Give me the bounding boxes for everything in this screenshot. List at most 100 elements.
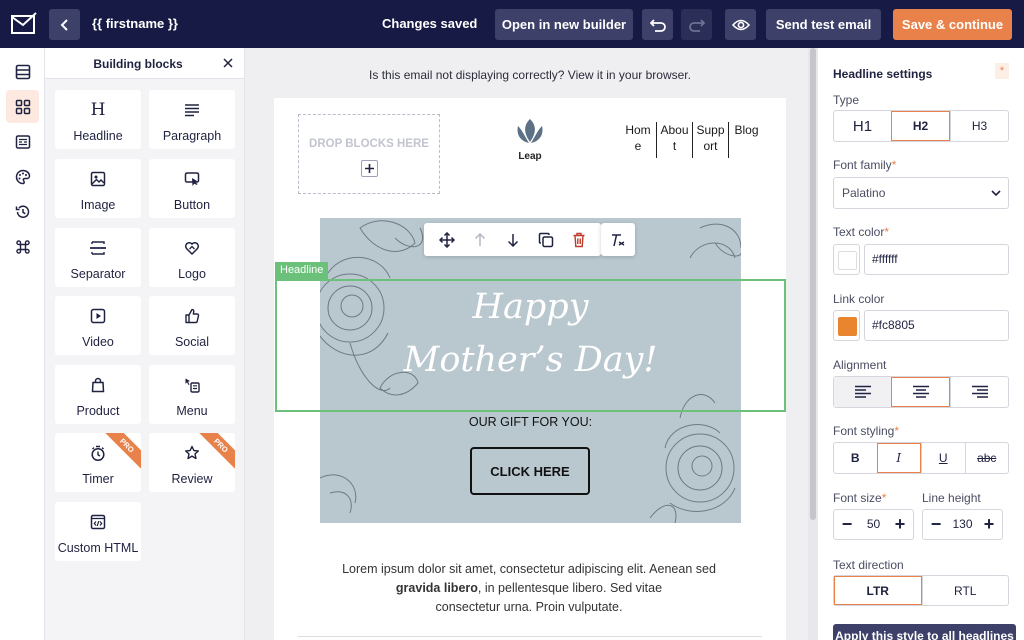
block-logo[interactable]: Logo bbox=[149, 228, 235, 287]
nav-item-support[interactable]: Support bbox=[692, 122, 728, 158]
headline-icon: H bbox=[90, 100, 106, 120]
font-size-value[interactable]: 50 bbox=[858, 510, 889, 539]
font-family-select[interactable]: Palatino bbox=[833, 177, 1009, 209]
line-height-value[interactable]: 130 bbox=[947, 510, 978, 539]
block-video[interactable]: Video bbox=[55, 296, 141, 355]
duplicate-block-button[interactable] bbox=[529, 223, 562, 256]
direction-rtl-option[interactable]: RTL bbox=[921, 576, 1009, 605]
move-icon bbox=[438, 231, 455, 248]
app-logo-icon[interactable] bbox=[10, 10, 38, 38]
italic-toggle[interactable]: I bbox=[876, 443, 921, 473]
block-label: Image bbox=[80, 198, 116, 212]
save-continue-button[interactable]: Save & continue bbox=[893, 9, 1012, 40]
click-here-button[interactable]: CLICK HERE bbox=[470, 447, 590, 495]
underline-toggle[interactable]: U bbox=[921, 443, 965, 473]
link-color-input[interactable]: #fc8805 bbox=[864, 310, 1009, 341]
align-center-option[interactable] bbox=[891, 377, 950, 407]
block-label: Button bbox=[173, 198, 211, 212]
separator-icon bbox=[55, 239, 141, 257]
nav-item-about[interactable]: About bbox=[656, 122, 692, 158]
block-menu[interactable]: Menu bbox=[149, 365, 235, 424]
type-h3-option[interactable]: H3 bbox=[950, 111, 1008, 141]
text-direction-selector: LTR RTL bbox=[833, 575, 1009, 606]
block-timer[interactable]: Timer PRO bbox=[55, 433, 141, 492]
body-paragraph[interactable]: Lorem ipsum dolor sit amet, consectetur … bbox=[314, 560, 744, 617]
increase-font-size-button[interactable]: + bbox=[889, 510, 911, 539]
move-down-button[interactable] bbox=[496, 223, 529, 256]
block-label: Menu bbox=[176, 404, 208, 418]
type-label: Type bbox=[833, 93, 860, 107]
canvas-scrollbar[interactable] bbox=[808, 48, 818, 640]
history-rail-button[interactable] bbox=[6, 195, 39, 228]
align-left-option[interactable] bbox=[834, 377, 891, 407]
text-color-swatch[interactable] bbox=[833, 244, 860, 275]
move-block-button[interactable] bbox=[430, 223, 463, 256]
block-social[interactable]: Social bbox=[149, 296, 235, 355]
redo-button[interactable] bbox=[681, 9, 712, 40]
history-icon bbox=[15, 205, 29, 218]
strikethrough-toggle[interactable]: abc bbox=[964, 443, 1009, 473]
block-label: Headline bbox=[73, 129, 123, 143]
blocks-rail-button[interactable] bbox=[6, 90, 39, 123]
content-rail-button[interactable] bbox=[6, 125, 39, 158]
link-color-swatch[interactable] bbox=[833, 310, 860, 341]
social-icon bbox=[149, 307, 235, 325]
undo-button[interactable] bbox=[642, 9, 673, 40]
chevron-down-icon bbox=[991, 190, 1001, 197]
close-panel-button[interactable] bbox=[221, 56, 235, 70]
block-separator[interactable]: Separator bbox=[55, 228, 141, 287]
add-block-icon[interactable] bbox=[361, 160, 378, 177]
email-canvas: Is this email not displaying correctly? … bbox=[245, 48, 808, 640]
nav-item-blog[interactable]: Blog bbox=[728, 122, 764, 158]
scrollbar-thumb[interactable] bbox=[810, 48, 816, 520]
block-headline[interactable]: H Headline bbox=[55, 90, 141, 149]
block-button[interactable]: Button bbox=[149, 159, 235, 218]
bold-toggle[interactable]: B bbox=[834, 443, 877, 473]
settings-title: Headline settings bbox=[833, 67, 933, 81]
shortcuts-rail-button[interactable] bbox=[6, 230, 39, 263]
block-paragraph[interactable]: Paragraph bbox=[149, 90, 235, 149]
increase-line-height-button[interactable]: + bbox=[978, 510, 1000, 539]
block-product[interactable]: Product bbox=[55, 365, 141, 424]
decrease-line-height-button[interactable]: − bbox=[925, 510, 947, 539]
email-name: {{ firstname }} bbox=[92, 16, 178, 31]
nav-item-home[interactable]: Home bbox=[620, 122, 656, 158]
align-right-option[interactable] bbox=[950, 377, 1008, 407]
layouts-rail-button[interactable] bbox=[6, 55, 39, 88]
block-image[interactable]: Image bbox=[55, 159, 141, 218]
direction-ltr-option[interactable]: LTR bbox=[834, 576, 922, 605]
rows-icon bbox=[15, 64, 30, 79]
clear-format-button[interactable] bbox=[601, 223, 635, 256]
font-styling-selector: B I U abc bbox=[833, 442, 1009, 474]
type-h1-option[interactable]: H1 bbox=[834, 111, 891, 141]
apply-to-all-headlines-button[interactable]: Apply this style to all headlines bbox=[833, 624, 1016, 640]
block-review[interactable]: Review PRO bbox=[149, 433, 235, 492]
drop-zone-label: DROP BLOCKS HERE bbox=[309, 138, 429, 150]
text-color-input[interactable]: #ffffff bbox=[864, 244, 1009, 275]
line-height-stepper[interactable]: − 130 + bbox=[922, 509, 1003, 540]
drop-zone[interactable]: DROP BLOCKS HERE bbox=[298, 114, 440, 194]
block-label: Separator bbox=[70, 267, 126, 281]
back-button[interactable] bbox=[49, 9, 80, 40]
redo-icon bbox=[688, 18, 705, 32]
selected-block-outline bbox=[275, 279, 786, 412]
block-label: Social bbox=[174, 335, 210, 349]
type-h2-option[interactable]: H2 bbox=[891, 111, 950, 141]
view-in-browser-note[interactable]: Is this email not displaying correctly? … bbox=[245, 68, 808, 82]
send-test-email-button[interactable]: Send test email bbox=[766, 9, 881, 40]
decrease-font-size-button[interactable]: − bbox=[836, 510, 858, 539]
menu-icon bbox=[149, 376, 235, 394]
preview-button[interactable] bbox=[725, 9, 756, 40]
text-color-fill bbox=[838, 251, 857, 270]
block-custom-html[interactable]: Custom HTML bbox=[55, 502, 141, 561]
block-label: Timer bbox=[82, 472, 114, 486]
open-new-builder-button[interactable]: Open in new builder bbox=[495, 9, 633, 40]
eye-icon bbox=[731, 19, 750, 30]
top-bar: {{ firstname }} Changes saved Open in ne… bbox=[0, 0, 1024, 48]
delete-block-button[interactable] bbox=[562, 223, 595, 256]
arrow-up-icon bbox=[474, 232, 485, 246]
move-up-button[interactable] bbox=[463, 223, 496, 256]
font-size-stepper[interactable]: − 50 + bbox=[833, 509, 914, 540]
font-family-label: Font family* bbox=[833, 158, 897, 172]
styles-rail-button[interactable] bbox=[6, 160, 39, 193]
